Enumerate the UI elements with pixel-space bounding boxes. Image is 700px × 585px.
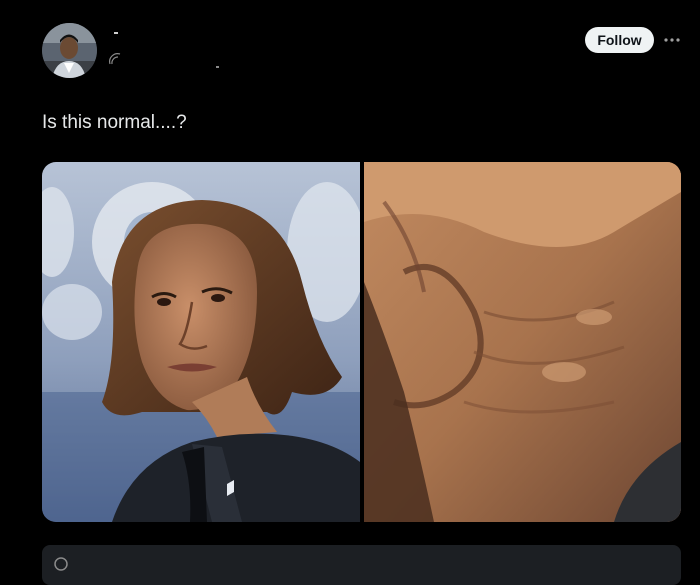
media-image-left[interactable]: [42, 162, 367, 522]
more-horizontal-icon: [664, 38, 680, 42]
note-icon: [54, 557, 68, 571]
more-options-button[interactable]: [662, 32, 682, 48]
avatar[interactable]: [42, 23, 97, 78]
avatar-image: [42, 23, 97, 78]
media-image-right[interactable]: [364, 162, 681, 522]
note-box[interactable]: [42, 545, 681, 585]
handle-icon: [108, 52, 122, 66]
post-media[interactable]: [42, 162, 681, 522]
author-info[interactable]: [108, 28, 308, 72]
author-name[interactable]: [114, 32, 118, 34]
follow-button[interactable]: Follow: [585, 27, 654, 53]
author-handle: [216, 66, 219, 68]
post-text: Is this normal....?: [42, 112, 187, 133]
post: Follow Is this normal....?: [0, 0, 700, 585]
